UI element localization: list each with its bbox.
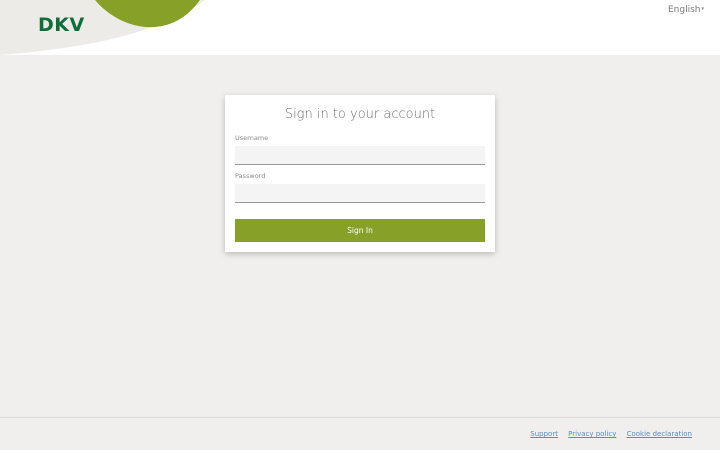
support-link[interactable]: Support bbox=[530, 430, 558, 438]
brand-swoosh-graphic bbox=[0, 0, 205, 55]
privacy-policy-link[interactable]: Privacy policy bbox=[568, 430, 616, 438]
footer-links: Support Privacy policy Cookie declaratio… bbox=[522, 430, 692, 438]
username-input[interactable] bbox=[235, 146, 485, 165]
login-card: Sign in to your account Username Passwor… bbox=[225, 95, 495, 252]
login-title: Sign in to your account bbox=[284, 107, 436, 122]
password-input[interactable] bbox=[235, 184, 485, 203]
caret-down-icon: ▾ bbox=[701, 6, 704, 12]
dkv-logo[interactable]: DKV bbox=[38, 14, 85, 36]
sign-in-button[interactable]: Sign In bbox=[235, 219, 485, 242]
header: DKV English▾ bbox=[0, 0, 720, 55]
username-label: Username bbox=[235, 134, 269, 142]
password-label: Password bbox=[235, 172, 266, 180]
language-selector[interactable]: English▾ bbox=[668, 5, 704, 15]
cookie-declaration-link[interactable]: Cookie declaration bbox=[627, 430, 692, 438]
language-label: English bbox=[667, 5, 701, 15]
footer: Support Privacy policy Cookie declaratio… bbox=[0, 417, 720, 450]
